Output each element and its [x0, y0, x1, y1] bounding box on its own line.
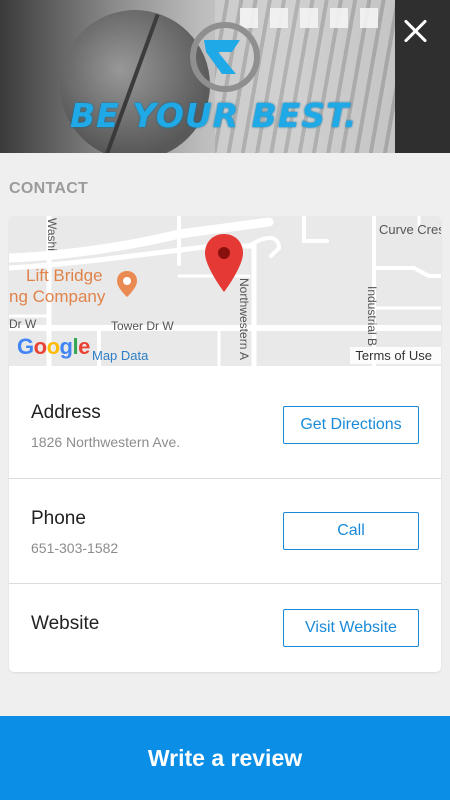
map-label-tower-dr: Tower Dr W [111, 319, 174, 333]
write-review-button[interactable]: Write a review [0, 716, 450, 800]
contact-card: Curve Crest Lift Bridge ng Company Tower… [9, 216, 441, 672]
call-button[interactable]: Call [283, 512, 419, 550]
phone-row: Phone 651-303-1582 Call [9, 478, 441, 584]
map-poi-lift-bridge: Lift Bridge [26, 266, 103, 285]
terms-of-use-link[interactable]: Terms of Use [350, 347, 441, 364]
map-label-washington: Washi [45, 218, 59, 251]
phone-value: 651-303-1582 [31, 540, 119, 556]
brand-logo [190, 22, 260, 92]
map-label-dr-w: Dr W [9, 317, 37, 331]
address-label: Address [31, 402, 101, 423]
address-value: 1826 Northwestern Ave. [31, 434, 181, 450]
tagline: BE YOUR BEST. [70, 96, 358, 135]
phone-label: Phone [31, 508, 86, 529]
map-label-curve-crest: Curve Crest [379, 222, 441, 237]
location-pin-icon [205, 234, 243, 292]
map-data-link[interactable]: Map Data [92, 348, 148, 363]
google-logo: Google [17, 334, 90, 359]
map-view[interactable]: Curve Crest Lift Bridge ng Company Tower… [9, 216, 441, 366]
get-directions-button[interactable]: Get Directions [283, 406, 419, 444]
section-title-contact: CONTACT [9, 180, 89, 197]
address-row: Address 1826 Northwestern Ave. Get Direc… [9, 366, 441, 472]
website-row: Website Visit Website [9, 583, 441, 672]
map-label-industrial: Industrial B [365, 286, 379, 347]
gym-lights-image [240, 8, 390, 28]
visit-website-button[interactable]: Visit Website [283, 609, 419, 647]
website-label: Website [31, 613, 100, 634]
hero-banner: BE YOUR BEST. [0, 0, 450, 153]
close-icon[interactable] [402, 18, 428, 44]
map-poi-company: ng Company [9, 287, 106, 306]
food-pin-icon [117, 271, 137, 297]
